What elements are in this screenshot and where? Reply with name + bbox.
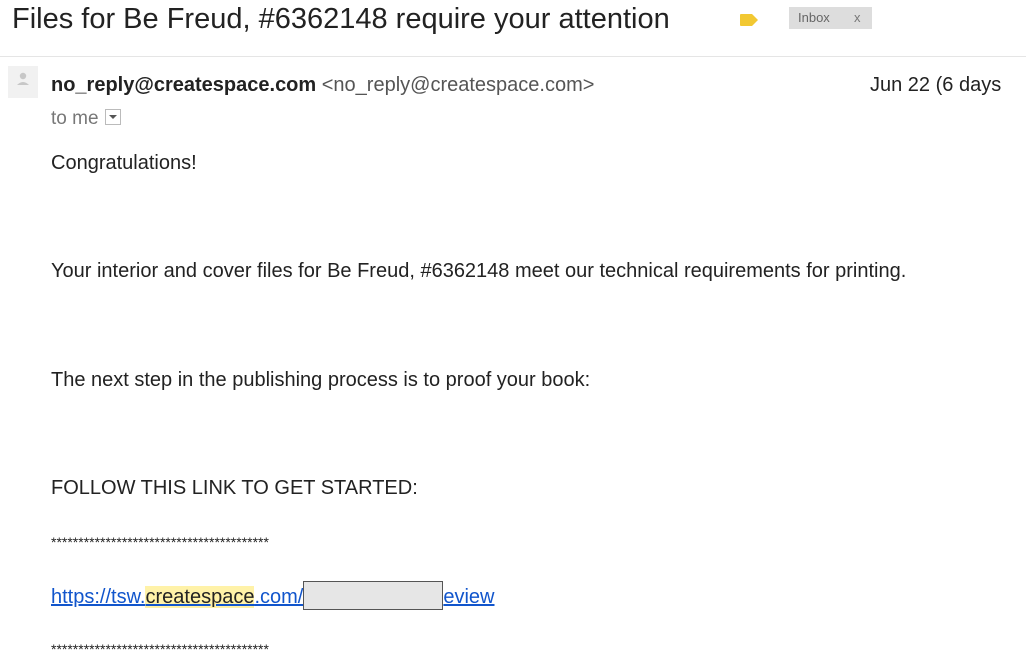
body-paragraph-2: The next step in the publishing process … bbox=[51, 369, 591, 391]
avatar bbox=[8, 66, 38, 98]
inbox-label-text: Inbox bbox=[798, 10, 830, 25]
sender-line: no_reply@createspace.com <no_reply@creat… bbox=[51, 71, 594, 99]
link-prefix: https://tsw. bbox=[51, 586, 146, 608]
separator-stars-top: **************************************** bbox=[51, 534, 269, 550]
recipient-line: to me bbox=[51, 106, 121, 132]
recipient-details-dropdown-icon[interactable] bbox=[104, 109, 121, 125]
subject-header: Files for Be Freud, #6362148 require you… bbox=[0, 0, 1026, 57]
call-to-action: FOLLOW THIS LINK TO GET STARTED: bbox=[51, 477, 418, 499]
inbox-label-chip[interactable]: Inbox x bbox=[789, 7, 872, 29]
label-tag-icon[interactable] bbox=[739, 13, 759, 27]
proof-link[interactable]: https://tsw.createspace.com/eview bbox=[51, 581, 495, 610]
link-suffix: eview bbox=[443, 586, 495, 608]
greeting: Congratulations! bbox=[51, 152, 197, 174]
redacted-box bbox=[303, 581, 444, 610]
sender-name[interactable]: no_reply@createspace.com bbox=[51, 74, 316, 96]
separator-stars-bottom: **************************************** bbox=[51, 641, 269, 657]
link-domain-end: .com/ bbox=[254, 586, 304, 608]
message-date: Jun 22 (6 days bbox=[870, 74, 1002, 96]
remove-label-icon[interactable]: x bbox=[854, 7, 861, 29]
recipient-text: to me bbox=[51, 108, 99, 129]
link-highlight: createspace bbox=[145, 586, 255, 608]
body-paragraph-1: Your interior and cover files for Be Fre… bbox=[51, 260, 907, 282]
email-subject: Files for Be Freud, #6362148 require you… bbox=[12, 3, 670, 35]
sender-email: <no_reply@createspace.com> bbox=[321, 74, 595, 96]
person-icon bbox=[17, 72, 29, 85]
proof-link-line: https://tsw.createspace.com/eview bbox=[51, 581, 495, 611]
